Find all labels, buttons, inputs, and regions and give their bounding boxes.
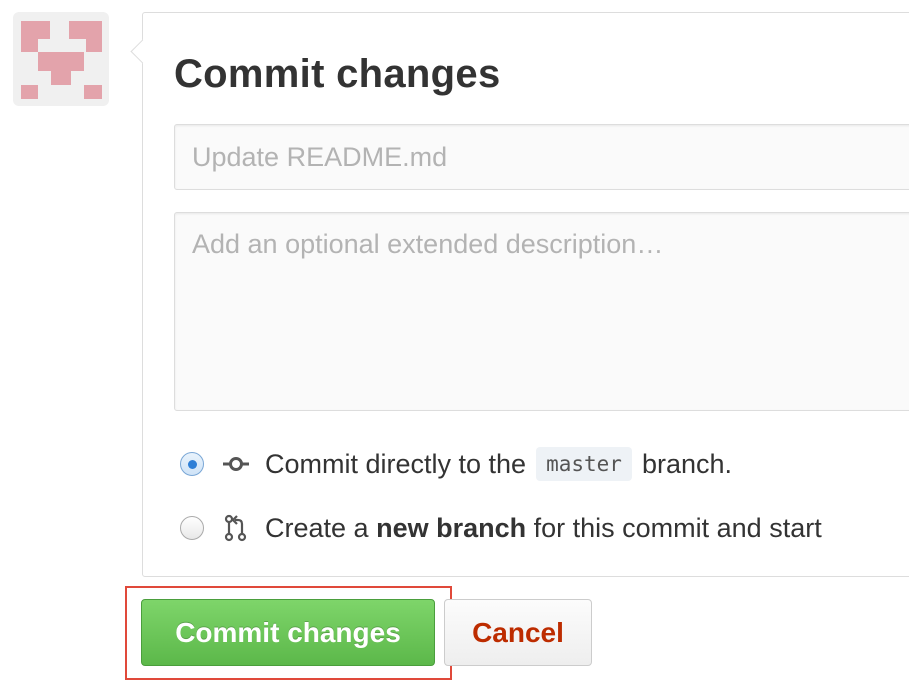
commit-direct-label-suffix: branch. [641, 448, 732, 479]
new-branch-option[interactable]: Create a new branch for this commit and … [180, 508, 822, 548]
cancel-button[interactable]: Cancel [444, 599, 592, 666]
new-branch-label-bold: new branch [376, 512, 527, 543]
commit-description-textarea[interactable] [174, 212, 909, 411]
new-branch-radio[interactable] [180, 516, 204, 540]
git-pull-request-icon [222, 514, 250, 542]
branch-name-badge: master [536, 447, 632, 481]
commit-direct-option[interactable]: Commit directly to the master branch. [180, 444, 732, 484]
new-branch-label-suffix: for this commit and start [533, 512, 822, 543]
commit-direct-radio[interactable] [180, 452, 204, 476]
panel-pointer-arrow [130, 39, 155, 64]
new-branch-label-prefix: Create a [265, 512, 369, 543]
commit-form-title: Commit changes [174, 52, 501, 96]
commit-summary-input[interactable] [174, 124, 909, 190]
commit-form-panel: Commit changes Commit directly to the ma… [130, 12, 909, 577]
commit-direct-label-prefix: Commit directly to the [265, 448, 527, 479]
avatar[interactable] [13, 12, 109, 106]
identicon-image [21, 21, 102, 99]
commit-changes-button[interactable]: Commit changes [141, 599, 435, 666]
git-commit-icon [222, 450, 250, 478]
